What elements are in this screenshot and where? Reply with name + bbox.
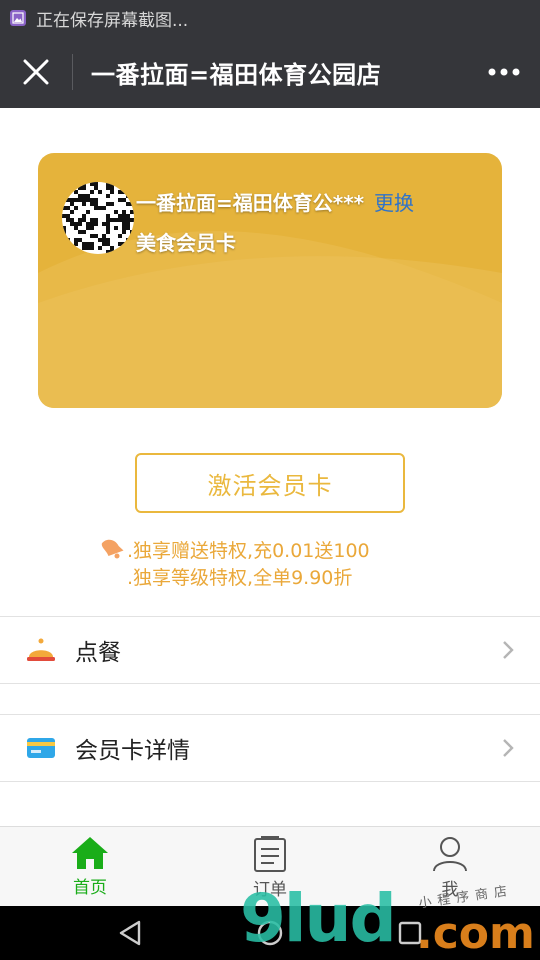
menu-row-card-details[interactable]: 会员卡详情: [0, 715, 540, 781]
store-qr-avatar: [62, 182, 134, 254]
title-bar: 一番拉面=福田体育公园店: [0, 36, 540, 108]
home-icon: [72, 837, 108, 869]
perk-item: .独享等级特权,全单9.90折: [127, 567, 353, 589]
close-icon: [23, 59, 49, 85]
status-text: 正在保存屏幕截图...: [36, 10, 189, 31]
back-icon: [119, 920, 141, 946]
change-card-link[interactable]: 更换: [374, 187, 414, 216]
title-divider: [72, 54, 73, 90]
divider: [0, 683, 540, 684]
nav-recents-button[interactable]: [380, 906, 440, 960]
activate-card-button[interactable]: 激活会员卡: [135, 453, 405, 513]
more-dots-icon: [488, 68, 520, 76]
menu-row-label: 点餐: [75, 640, 121, 666]
tab-orders[interactable]: 订单: [180, 827, 360, 906]
card-type-label: 美食会员卡: [136, 231, 236, 255]
system-nav-bar: [0, 906, 540, 960]
recents-icon: [398, 921, 422, 945]
dining-bell-icon: [26, 635, 56, 665]
page-title: 一番拉面=福田体育公园店: [91, 60, 382, 89]
card-store-name: 一番拉面=福田体育公***: [136, 191, 365, 215]
more-button[interactable]: [468, 36, 540, 108]
tab-label: 我: [441, 880, 459, 900]
bell-icon: [101, 539, 124, 559]
close-button[interactable]: [0, 36, 72, 108]
tab-label: 首页: [73, 878, 107, 898]
tab-label: 订单: [253, 880, 287, 900]
perk-item: .独享赠送特权,充0.01送100: [127, 540, 370, 562]
screenshot-icon: [10, 10, 26, 26]
card-icon: [26, 733, 56, 763]
chevron-right-icon: [498, 738, 518, 758]
bottom-tab-bar: 首页 订单 我: [0, 826, 540, 906]
page: 正在保存屏幕截图... 一番拉面=福田体育公园店 一番拉面=福田体育公*** 更…: [0, 0, 540, 960]
nav-back-button[interactable]: [100, 906, 160, 960]
member-card[interactable]: 一番拉面=福田体育公*** 更换 美食会员卡: [38, 153, 502, 408]
user-icon: [433, 837, 467, 872]
menu-row-order[interactable]: 点餐: [0, 617, 540, 683]
tab-me[interactable]: 我: [360, 827, 540, 906]
nav-home-button[interactable]: [240, 906, 300, 960]
home-circle-icon: [257, 920, 283, 946]
menu-row-label: 会员卡详情: [75, 738, 190, 764]
order-list-icon: [254, 836, 286, 872]
divider: [0, 781, 540, 782]
tab-home[interactable]: 首页: [0, 827, 180, 906]
chevron-right-icon: [498, 640, 518, 660]
status-bar: 正在保存屏幕截图...: [0, 0, 540, 36]
